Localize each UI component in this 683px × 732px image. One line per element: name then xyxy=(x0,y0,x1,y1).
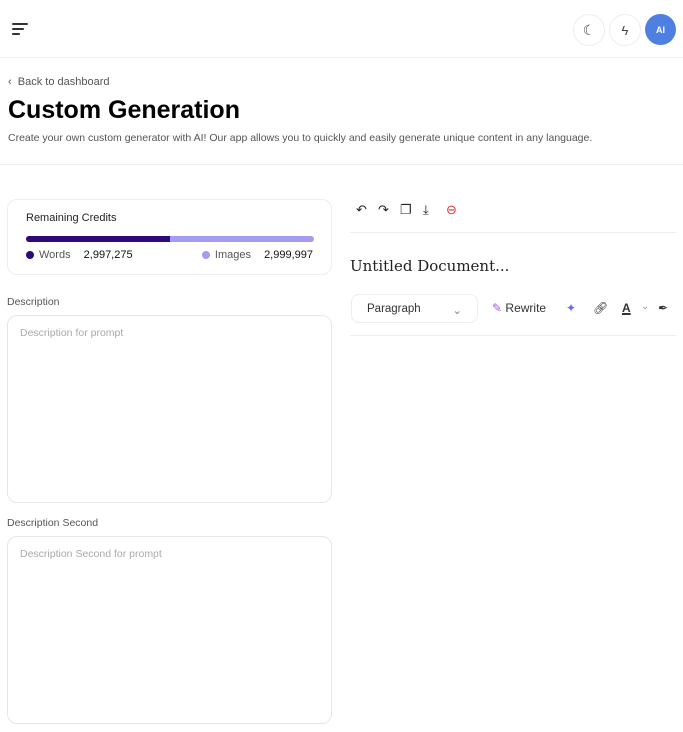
words-label: Words xyxy=(39,249,71,261)
copy-icon[interactable]: ❐ xyxy=(400,202,412,218)
avatar-text: AI xyxy=(656,24,665,35)
rewrite-button[interactable]: ✎ Rewrite xyxy=(492,301,546,315)
block-type-value: Paragraph xyxy=(367,303,421,315)
divider xyxy=(350,335,676,336)
ai-sparkle-icon[interactable]: ✦ xyxy=(566,301,576,315)
redo-icon[interactable]: ↷ xyxy=(378,202,389,218)
chevron-left-icon: ‹ xyxy=(8,76,18,88)
rewrite-label: Rewrite xyxy=(505,301,547,315)
images-value: 2,999,997 xyxy=(264,249,313,261)
description-second-input[interactable] xyxy=(7,536,332,724)
description-second-label: Description Second xyxy=(7,517,99,529)
page-subtitle: Create your own custom generator with AI… xyxy=(8,132,593,144)
words-bar-fill xyxy=(26,236,170,242)
divider xyxy=(0,164,683,165)
words-value: 2,997,275 xyxy=(83,249,133,261)
description-label: Description xyxy=(7,296,60,308)
upgrade-button[interactable]: ϟ xyxy=(609,14,641,46)
clear-icon[interactable]: ⊖ xyxy=(446,202,457,218)
block-type-select[interactable]: Paragraph ⌄ xyxy=(351,294,478,323)
remaining-credits-card: Remaining Credits Words 2,997,275 Images… xyxy=(7,199,332,275)
undo-icon[interactable]: ↶ xyxy=(356,202,367,218)
link-icon[interactable]: 🔗︎ xyxy=(593,301,608,315)
lightning-icon: ϟ xyxy=(621,22,629,38)
dark-mode-button[interactable]: ☾ xyxy=(573,14,605,46)
credits-bar xyxy=(26,236,314,242)
document-title[interactable]: Untitled Document... xyxy=(350,257,509,275)
images-label: Images xyxy=(214,249,251,261)
chevron-down-icon: ⌄ xyxy=(452,305,462,317)
pencil-icon: ✎ xyxy=(492,301,503,315)
images-dot xyxy=(201,251,210,259)
font-color-chevron-icon[interactable]: ⌄ xyxy=(641,301,649,312)
words-legend: Words 2,997,275 xyxy=(26,249,133,261)
images-legend: Images 2,999,997 xyxy=(201,249,313,261)
moon-icon: ☾ xyxy=(582,21,596,38)
description-input[interactable] xyxy=(7,315,332,503)
font-color-label: A xyxy=(622,301,631,315)
back-to-dashboard-link[interactable]: ‹ Back to dashboard xyxy=(8,76,110,88)
back-label: Back to dashboard xyxy=(17,76,110,88)
font-color-button[interactable]: A xyxy=(622,301,631,315)
page-title: Custom Generation xyxy=(8,96,240,124)
words-dot xyxy=(26,251,34,259)
top-bar: ☾ ϟ AI xyxy=(0,0,683,58)
credits-title: Remaining Credits xyxy=(26,212,117,224)
menu-icon[interactable] xyxy=(12,23,28,37)
divider xyxy=(350,232,676,233)
avatar[interactable]: AI xyxy=(645,14,676,45)
highlight-icon[interactable]: ✒ xyxy=(658,301,668,315)
download-icon[interactable]: ⤓ xyxy=(423,202,429,218)
